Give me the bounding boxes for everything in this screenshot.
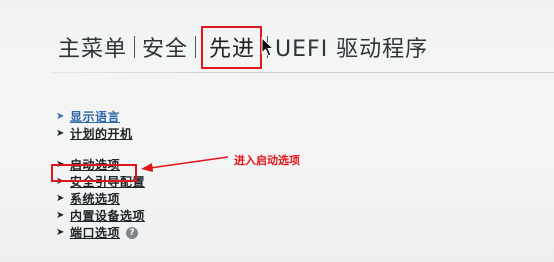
menu-item-scheduled-power-on[interactable]: ➤ 计划的开机 [56, 125, 145, 142]
menu-item-label: 显示语言 [70, 110, 121, 124]
tab-uefi-drivers[interactable]: UEFI 驱动程序 [275, 31, 428, 63]
right-arrow-icon: ➤ [56, 110, 65, 122]
menu-item-label: 内置设备选项 [70, 209, 146, 223]
tab-separator [195, 36, 197, 58]
menu-item-display-language[interactable]: ➤ 显示语言 [56, 108, 145, 125]
right-arrow-icon: ➤ [56, 226, 65, 238]
menu-item-label: 系统选项 [70, 192, 121, 206]
tab-advanced[interactable]: 先进 [201, 25, 275, 69]
boot-options-highlight-box [51, 164, 137, 182]
mouse-pointer-icon [261, 36, 275, 57]
help-icon[interactable]: ? [126, 226, 139, 239]
annotation-arrow-icon [141, 156, 229, 172]
menu-item-system-options[interactable]: ➤ 系统选项 [56, 190, 145, 207]
menu-item-builtin-device-options[interactable]: ➤ 内置设备选项 [56, 207, 145, 224]
tab-bar-divider [52, 72, 554, 73]
right-arrow-icon: ➤ [56, 127, 65, 139]
screen-glare [0, 0, 554, 18]
tab-security[interactable]: 安全 [142, 31, 188, 63]
right-arrow-icon: ➤ [56, 192, 65, 204]
menu-item-label: 计划的开机 [70, 127, 133, 141]
tab-main-menu[interactable]: 主菜单 [58, 31, 127, 63]
tab-separator [134, 36, 136, 58]
menu-item-label: 端口选项 [70, 226, 121, 240]
right-arrow-icon: ➤ [56, 209, 65, 221]
annotation-text: 进入启动选项 [234, 154, 300, 167]
bios-tab-bar: 主菜单 安全 先进 UEFI 驱动程序 [58, 25, 428, 69]
menu-item-port-options[interactable]: ➤ 端口选项 ? [56, 224, 145, 241]
tab-advanced-label: 先进 [209, 36, 256, 62]
